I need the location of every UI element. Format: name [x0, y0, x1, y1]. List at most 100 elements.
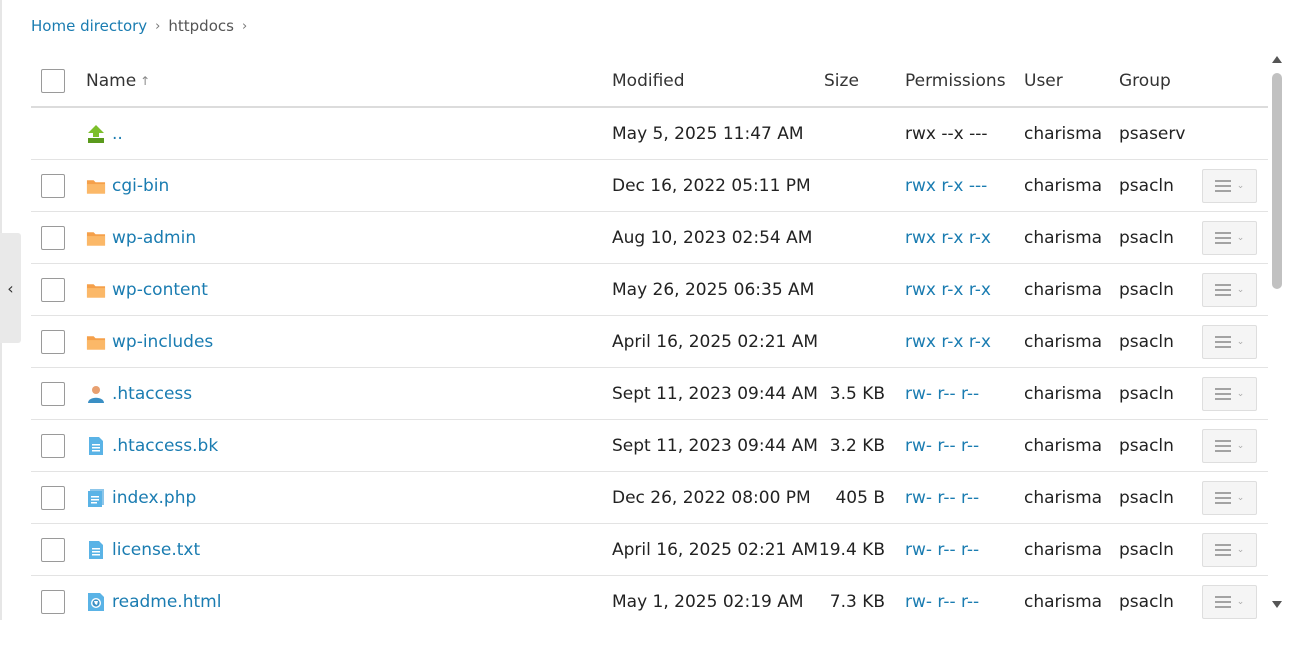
row-checkbox[interactable] [41, 173, 65, 198]
file-user: charisma [1024, 331, 1103, 352]
folder-icon [86, 176, 106, 196]
chevron-down-icon: ⌄ [1236, 388, 1245, 399]
scroll-down-arrow-icon[interactable] [1272, 601, 1282, 608]
file-name-link[interactable]: .. [112, 124, 123, 144]
column-header-group[interactable]: Group [1119, 56, 1171, 106]
file-user: charisma [1024, 539, 1103, 560]
row-actions-button[interactable]: ⌄ [1202, 376, 1257, 411]
file-name-link[interactable]: license.txt [112, 540, 200, 560]
permissions-link: rwx --x --- [905, 123, 988, 144]
file-user: charisma [1024, 279, 1103, 300]
file-size [791, 316, 885, 367]
table-row[interactable]: readme.html May 1, 2025 02:19 AM 7.3 KB rw-… [31, 576, 1268, 620]
file-user: charisma [1024, 487, 1103, 508]
breadcrumb-home-link[interactable]: Home directory [31, 17, 147, 35]
menu-icon [1214, 543, 1231, 556]
table-row[interactable]: wp-includes April 16, 2025 02:21 AM rwx r-… [31, 316, 1268, 368]
row-checkbox[interactable] [41, 485, 65, 510]
row-actions-button[interactable]: ⌄ [1202, 272, 1257, 307]
row-actions-button[interactable]: ⌄ [1202, 428, 1257, 463]
file-table: Name ↑ Modified Size Permissions User Gr… [31, 56, 1268, 620]
file-group: psacln [1119, 539, 1174, 560]
file-name-link[interactable]: wp-includes [112, 332, 213, 352]
modified-date: April 16, 2025 02:21 AM [612, 331, 819, 352]
file-group: psacln [1119, 487, 1174, 508]
chevron-right-icon: › [155, 18, 161, 34]
chevron-down-icon: ⌄ [1236, 336, 1245, 347]
permissions-link[interactable]: rwx r-x r-x [905, 264, 991, 315]
permissions-link[interactable]: rw- r-- r-- [905, 368, 979, 419]
file-size [791, 108, 885, 159]
table-row[interactable]: .. May 5, 2025 11:47 AM rwx --x --- charism… [31, 108, 1268, 160]
row-checkbox[interactable] [41, 329, 65, 354]
sidebar-collapse-handle[interactable]: ‹ [0, 233, 21, 343]
row-checkbox[interactable] [41, 433, 65, 458]
folder-icon [86, 280, 106, 300]
file-name-link[interactable]: index.php [112, 488, 196, 508]
permissions-link[interactable]: rw- r-- r-- [905, 576, 979, 620]
permissions-link[interactable]: rwx r-x --- [905, 160, 987, 211]
file-name-link[interactable]: readme.html [112, 592, 221, 612]
file-name-link[interactable]: .htaccess [112, 384, 192, 404]
user-file-icon [86, 384, 106, 404]
breadcrumb-current[interactable]: httpdocs [168, 17, 234, 35]
file-size: 3.5 KB [829, 383, 885, 404]
folder-icon [86, 228, 106, 248]
table-header: Name ↑ Modified Size Permissions User Gr… [31, 56, 1268, 108]
file-user: charisma [1024, 383, 1103, 404]
select-all-checkbox[interactable] [41, 69, 65, 93]
vertical-scrollbar[interactable] [1270, 56, 1284, 616]
chevron-down-icon: ⌄ [1236, 544, 1245, 555]
row-checkbox[interactable] [41, 225, 65, 250]
file-group: psacln [1119, 279, 1174, 300]
permissions-link[interactable]: rw- r-- r-- [905, 472, 979, 523]
row-checkbox[interactable] [41, 537, 65, 562]
file-size: 405 B [835, 487, 885, 508]
file-name-link[interactable]: wp-admin [112, 228, 196, 248]
file-name-link[interactable]: cgi-bin [112, 176, 169, 196]
file-group: psacln [1119, 227, 1174, 248]
row-checkbox[interactable] [41, 589, 65, 614]
row-actions-button[interactable]: ⌄ [1202, 480, 1257, 515]
row-checkbox[interactable] [41, 381, 65, 406]
text-file-icon [86, 436, 106, 456]
table-row[interactable]: cgi-bin Dec 16, 2022 05:11 PM rwx r-x --- c… [31, 160, 1268, 212]
permissions-link[interactable]: rwx r-x r-x [905, 212, 991, 263]
table-row[interactable]: wp-admin Aug 10, 2023 02:54 AM rwx r-x r-x… [31, 212, 1268, 264]
row-actions-button[interactable]: ⌄ [1202, 584, 1257, 619]
file-name-link[interactable]: wp-content [112, 280, 208, 300]
table-row[interactable]: license.txt April 16, 2025 02:21 AM 19.4 K… [31, 524, 1268, 576]
permissions-link[interactable]: rw- r-- r-- [905, 524, 979, 575]
menu-icon [1214, 595, 1231, 608]
column-header-name[interactable]: Name ↑ [86, 56, 150, 106]
menu-icon [1214, 179, 1231, 192]
scroll-up-arrow-icon[interactable] [1272, 56, 1282, 63]
column-header-name-label: Name [86, 71, 137, 91]
modified-date: Sept 11, 2023 09:44 AM [612, 383, 818, 404]
file-group: psacln [1119, 591, 1174, 612]
parent-dir-icon [86, 124, 106, 144]
file-size [791, 160, 885, 211]
row-actions-button[interactable]: ⌄ [1202, 168, 1257, 203]
chevron-down-icon: ⌄ [1236, 180, 1245, 191]
scrollbar-thumb[interactable] [1272, 73, 1282, 289]
file-name-link[interactable]: .htaccess.bk [112, 436, 218, 456]
file-group: psacln [1119, 435, 1174, 456]
row-actions-button[interactable]: ⌄ [1202, 220, 1257, 255]
column-header-permissions[interactable]: Permissions [905, 56, 1006, 106]
row-actions-button[interactable]: ⌄ [1202, 324, 1257, 359]
permissions-link[interactable]: rwx r-x r-x [905, 316, 991, 367]
file-user: charisma [1024, 175, 1103, 196]
table-row[interactable]: index.php Dec 26, 2022 08:00 PM 405 B rw- r… [31, 472, 1268, 524]
column-header-modified[interactable]: Modified [612, 56, 685, 106]
column-header-size[interactable]: Size [824, 56, 859, 106]
table-row[interactable]: .htaccess.bk Sept 11, 2023 09:44 AM 3.2 KB… [31, 420, 1268, 472]
script-file-icon [86, 488, 106, 508]
row-checkbox[interactable] [41, 277, 65, 302]
permissions-link[interactable]: rw- r-- r-- [905, 420, 979, 471]
table-row[interactable]: wp-content May 26, 2025 06:35 AM rwx r-x r… [31, 264, 1268, 316]
file-user: charisma [1024, 123, 1103, 144]
row-actions-button[interactable]: ⌄ [1202, 532, 1257, 567]
table-row[interactable]: .htaccess Sept 11, 2023 09:44 AM 3.5 KB rw-… [31, 368, 1268, 420]
column-header-user[interactable]: User [1024, 56, 1063, 106]
